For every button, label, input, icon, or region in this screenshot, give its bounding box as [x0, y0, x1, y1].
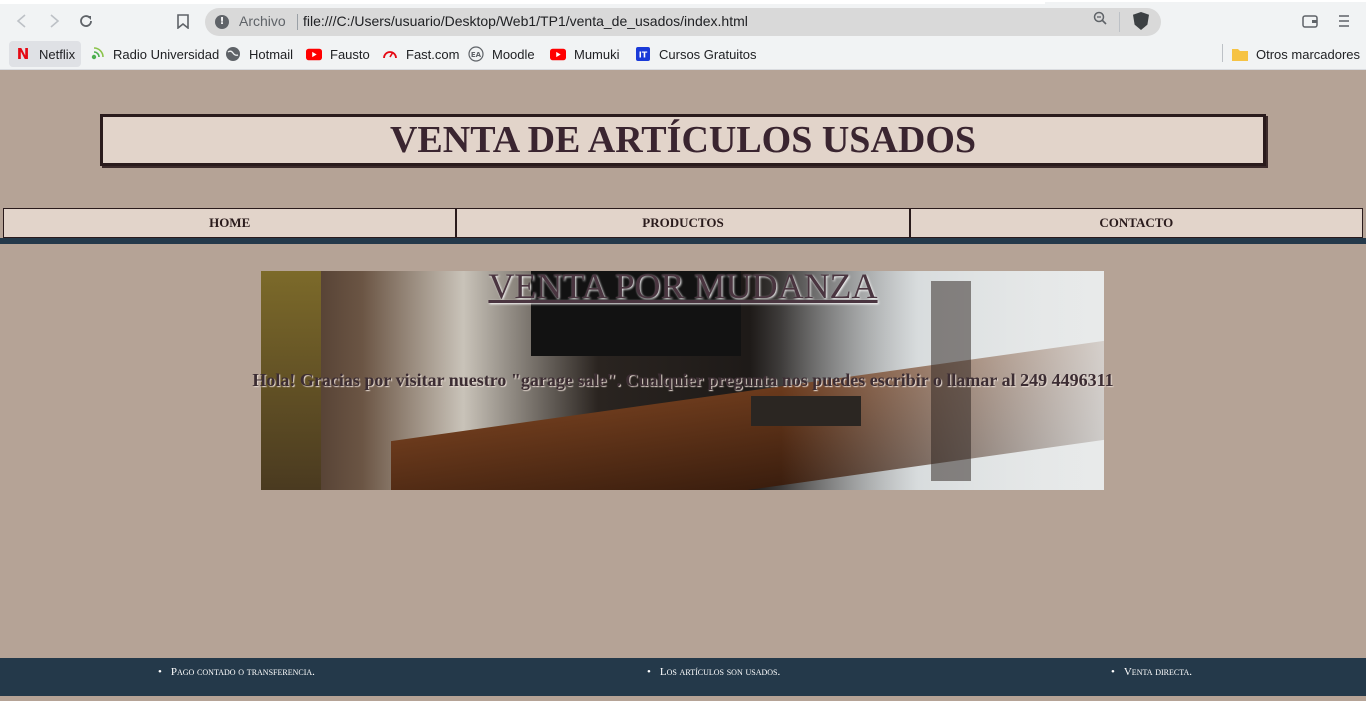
omnibox-divider-right [1119, 12, 1120, 32]
bookmark-label: Moodle [492, 46, 535, 62]
forward-icon[interactable] [42, 10, 66, 32]
youtube-icon [306, 46, 322, 62]
bookmarks-bar: N Netflix Radio Universidad Hotmail Faus… [0, 38, 1366, 70]
bookmark-label: Mumuki [574, 46, 620, 62]
youtube-icon [550, 46, 566, 62]
moodle-icon: EA [468, 46, 484, 62]
zoom-icon[interactable] [1093, 11, 1107, 29]
bookmark-netflix[interactable]: N Netflix [9, 41, 82, 67]
footer-item: Los artículos son usados. [647, 666, 780, 678]
address-bar[interactable]: ! Archivo file:///C:/Users/usuario/Deskt… [205, 8, 1161, 36]
bookmark-label: Fast.com [406, 46, 460, 62]
page-footer: Pago contado o transferencia. Los artícu… [0, 658, 1366, 698]
svg-text:IT: IT [639, 51, 648, 60]
netflix-icon: N [16, 45, 30, 63]
menu-icon[interactable] [1332, 10, 1356, 32]
reload-icon[interactable] [74, 10, 98, 32]
svg-text:EA: EA [471, 51, 482, 59]
bookmark-label: Fausto [330, 46, 370, 62]
nav-underline [0, 238, 1366, 244]
bookmark-fausto[interactable]: Fausto [300, 41, 376, 67]
it-icon: IT [635, 46, 651, 62]
globe-icon [225, 46, 241, 62]
page-header: VENTA DE ARTÍCULOS USADOS [100, 114, 1266, 166]
bookmarks-divider [1222, 44, 1223, 62]
security-label: Archivo [239, 13, 286, 29]
page-title: VENTA DE ARTÍCULOS USADOS [389, 119, 977, 161]
footer-item: Venta directa. [1111, 666, 1192, 678]
bookmark-label: Cursos Gratuitos [659, 46, 757, 62]
back-icon[interactable] [10, 10, 34, 32]
radio-icon [89, 46, 105, 62]
url-text[interactable]: file:///C:/Users/usuario/Desktop/Web1/TP… [303, 13, 748, 29]
browser-toolbar: ! Archivo file:///C:/Users/usuario/Deskt… [0, 0, 1366, 38]
nav-contacto[interactable]: CONTACTO [909, 208, 1363, 238]
bookmark-cursos-gratuitos[interactable]: IT Cursos Gratuitos [629, 41, 763, 67]
bookmark-label: Otros marcadores [1256, 46, 1361, 62]
bookmark-mumuki[interactable]: Mumuki [544, 41, 626, 67]
bookmark-hotmail[interactable]: Hotmail [219, 41, 299, 67]
hero-bg-box [751, 396, 861, 426]
info-icon[interactable]: ! [215, 15, 229, 29]
hero-text: Hola! Gracias por visitar nuestro "garag… [252, 370, 1114, 390]
wallet-icon[interactable] [1298, 10, 1322, 32]
bookmark-label: Hotmail [249, 46, 294, 62]
footer-item: Pago contado o transferencia. [158, 666, 315, 678]
bookmark-label: Netflix [39, 46, 76, 62]
omnibox-divider [297, 14, 298, 30]
other-bookmarks[interactable]: Otros marcadores [1226, 41, 1366, 67]
bookmark-moodle[interactable]: EA Moodle [462, 41, 541, 67]
nav-productos[interactable]: PRODUCTOS [456, 208, 910, 238]
bookmark-label: Radio Universidad [113, 46, 220, 62]
bookmark-radio-universidad[interactable]: Radio Universidad [83, 41, 225, 67]
tab-strip-edge [0, 2, 1045, 4]
hero-title: VENTA POR MUDANZA [488, 266, 878, 306]
bookmark-fast[interactable]: Fast.com [376, 41, 465, 67]
speedometer-icon [382, 46, 398, 62]
folder-icon [1232, 46, 1248, 62]
brave-shield-icon[interactable] [1133, 12, 1149, 30]
nav-home[interactable]: HOME [3, 208, 457, 238]
main-nav: HOME PRODUCTOS CONTACTO [3, 208, 1363, 238]
bookmark-icon[interactable] [171, 10, 195, 32]
